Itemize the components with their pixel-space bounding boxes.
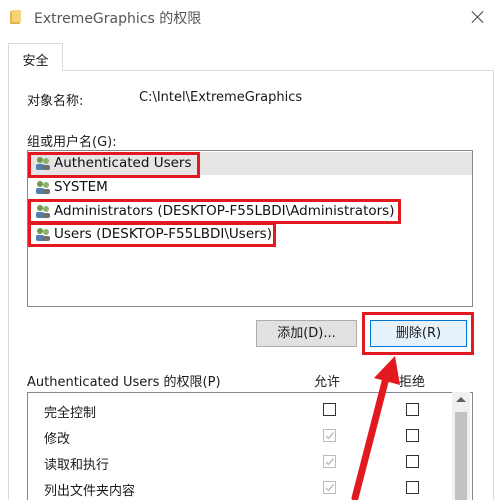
annotation-arrow-icon	[351, 356, 400, 500]
permissions-window: ExtremeGraphics 的权限 安全 对象名称: C:\Intel\Ex…	[0, 0, 500, 500]
